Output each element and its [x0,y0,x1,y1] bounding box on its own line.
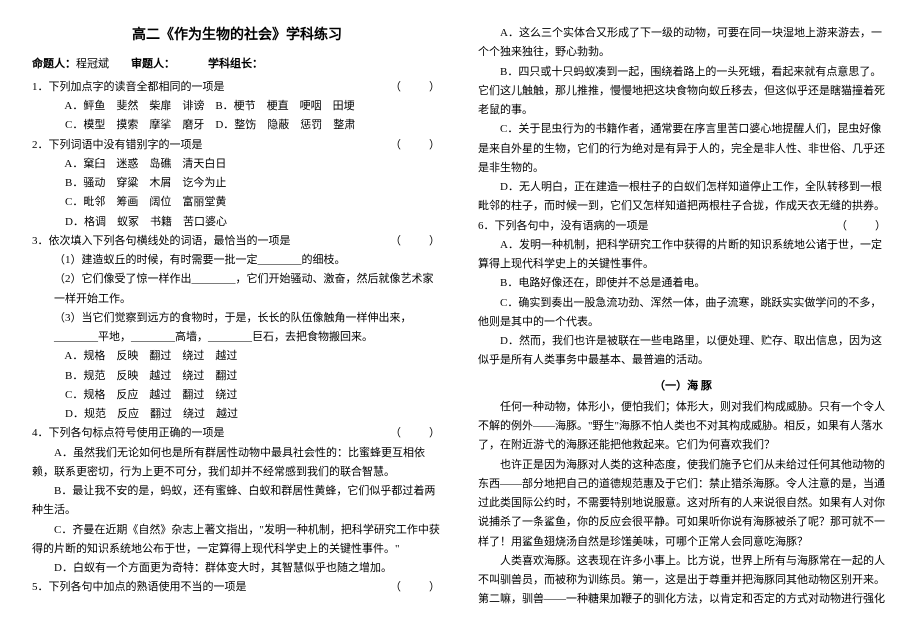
q3-bracket: （ ） [390,232,442,251]
passage-p2: 也许正是因为海豚对人类的这种态度，使我们施予它们从未给过任何其他动物的东西——部… [478,456,888,552]
q4-opt-d: D．白蚁有一个方面更为奇特：群体变大时，其智慧似乎也随之增加。 [32,559,442,578]
q5-opt-c: C．关于昆虫行为的书籍作者，通常要在序言里苦口婆心地提醒人们，昆虫好像是来自外星… [478,120,888,178]
q2-bracket: （ ） [390,136,442,155]
q2-stem: 2．下列词语中没有错别字的一项是 [32,136,203,155]
q1-stem: 1．下列加点字的读音全都相同的一项是 [32,78,225,97]
q5-stem: 5．下列各句中加点的熟语使用不当的一项是 [32,578,247,597]
q1-bracket: （ ） [390,78,442,97]
q1-options: A．鲆鱼 斐然 柴扉 诽谤 B．梗节 梗直 哽咽 田埂 C．模型 摸索 摩挲 磨… [54,97,442,136]
q3-stem: 3．依次填入下列各句横线处的词语，最恰当的一项是 [32,232,291,251]
q6-stem: 6．下列各句中，没有语病的一项是 [478,217,649,236]
q3-sub3: （3）当它们觉察到远方的食物时，于是，长长的队伍像触角一样伸出来，_______… [54,309,442,348]
q6-stem-row: 6．下列各句中，没有语病的一项是 （ ） [478,217,888,236]
q3-sub2: （2）它们像受了惊一样作出________，它们开始骚动、激奋，然后就像艺术家一… [54,270,442,309]
q2-stem-row: 2．下列词语中没有错别字的一项是 （ ） [32,136,442,155]
author-label: 命题人： [32,58,76,70]
q4-opt-c: C．齐曼在近期《自然》杂志上著文指出，"发明一种机制，把科学研究工作中获得的片断… [32,521,442,560]
q4-stem-row: 4．下列各句标点符号使用正确的一项是 （ ） [32,424,442,443]
q4-opt-a: A．虽然我们无论如何也是所有群居性动物中最具社会性的：比蜜蜂更互相依赖，联系更密… [32,444,442,483]
passage-title: （一）海 豚 [478,377,888,396]
q4-bracket: （ ） [390,424,442,443]
q4-opt-b: B．最让我不安的是，蚂蚁，还有蜜蜂、白蚁和群居性黄蜂，它们似乎都过着两种生活。 [32,482,442,521]
q2-options: A．窠臼 迷惑 岛礁 清天白日 B．骚动 穿粱 木屑 讫今为止 C．毗邻 筹画 … [54,155,442,232]
q5-bracket: （ ） [390,578,442,597]
q4-stem: 4．下列各句标点符号使用正确的一项是 [32,424,225,443]
q6-opt-d: D．然而，我们也许是被联在一些电路里，以便处理、贮存、取出信息，因为这似乎是所有… [478,332,888,371]
doc-title: 高二《作为生物的社会》学科练习 [32,24,442,49]
q3-stem-row: 3．依次填入下列各句横线处的词语，最恰当的一项是 （ ） [32,232,442,251]
q5-stem-row: 5．下列各句中加点的熟语使用不当的一项是 （ ） [32,578,442,597]
q6-opt-b: B．电路好像还在，即使并不总是通着电。 [478,274,888,293]
author-name: 程冠斌 [76,58,109,70]
q3-options: A．规格 反映 翻过 绕过 越过 B．规范 反映 越过 绕过 翻过 C．规格 反… [54,347,442,424]
q6-bracket: （ ） [836,217,888,236]
q6-opt-c: C．确实到奏出一股急流功劲、浑然一体，曲子流寒，跳跃实实做学问的不多，他则是其中… [478,294,888,333]
q5-opt-d: D．无人明白，正在建造一根柱子的白蚁们怎样知道停止工作，全队转移到一根毗邻的柱子… [478,178,888,217]
q3-sub1: （1）建造蚁丘的时候，有时需要一批一定________的细枝。 [54,251,442,270]
q5-opt-b: B．四只或十只蚂蚁凑到一起，围绕着路上的一头死蛾，看起来就有点意思了。它们这儿触… [478,63,888,121]
passage-p1: 任何一种动物，体形小，便怕我们；体形大，则对我们构成威胁。只有一个令人不解的例外… [478,398,888,456]
reviewer-label: 审题人： [131,58,175,70]
meta-line: 命题人：程冠斌 审题人： 学科组长： [32,55,442,74]
leader-label: 学科组长： [208,58,263,70]
q6-opt-a: A．发明一种机制，把科学研究工作中获得的片断的知识系统地公诸于世，一定算得上现代… [478,236,888,275]
q1-stem-row: 1．下列加点字的读音全都相同的一项是 （ ） [32,78,442,97]
q5-opt-a: A．这么三个实体合又形成了下一级的动物，可要在同一块湿地上游来游去，一个个独来独… [478,24,888,63]
